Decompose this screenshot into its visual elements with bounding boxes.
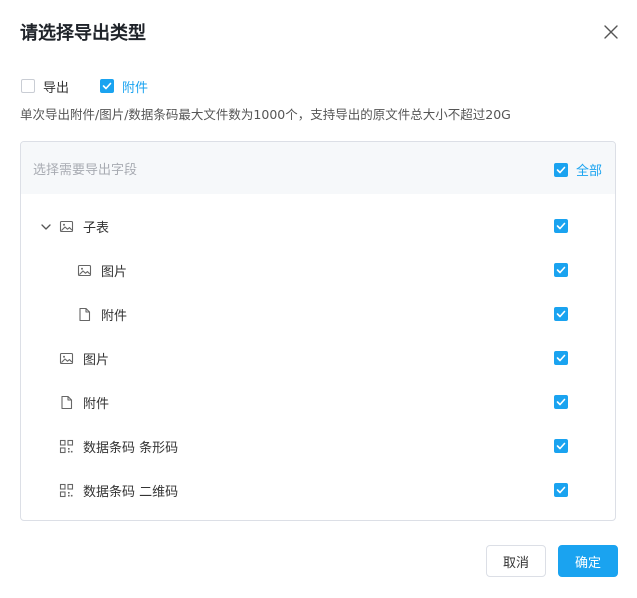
export-option-label: 导出 <box>43 80 70 96</box>
close-icon[interactable] <box>600 21 622 43</box>
field-select-panel: 选择需要导出字段 全部 子表 图片 附件 图片 附件 数据条码 条形码 数据条码… <box>20 141 616 521</box>
file-icon <box>59 395 74 410</box>
confirm-button[interactable]: 确定 <box>558 545 618 577</box>
field-row-checkbox[interactable] <box>554 483 568 497</box>
field-row-label: 图片 <box>101 265 128 280</box>
field-row-barcode[interactable]: 数据条码 条形码 <box>21 426 615 466</box>
select-all-toggle[interactable]: 全部 <box>554 160 602 179</box>
field-row-label: 数据条码 条形码 <box>83 441 179 456</box>
attachment-checkbox[interactable] <box>100 79 114 93</box>
image-icon <box>77 263 92 278</box>
qrcode-icon <box>59 439 74 454</box>
field-row-label: 子表 <box>83 221 110 236</box>
dialog-title: 请选择导出类型 <box>20 23 146 44</box>
attachment-option-label: 附件 <box>122 80 149 96</box>
field-search-placeholder: 选择需要导出字段 <box>33 163 138 178</box>
cancel-button[interactable]: 取消 <box>486 545 546 577</box>
field-row-checkbox[interactable] <box>554 219 568 233</box>
field-row-attachment[interactable]: 附件 <box>21 382 615 422</box>
field-panel-header: 选择需要导出字段 全部 <box>21 142 615 194</box>
file-icon <box>77 307 92 322</box>
field-row-label: 附件 <box>83 397 110 412</box>
export-type-dialog: 请选择导出类型 导出 附件 单次导出附件/图片/数据条码最大文件数为1000个，… <box>0 0 637 598</box>
field-row-subtable-image[interactable]: 图片 <box>21 250 615 290</box>
image-icon <box>59 219 74 234</box>
select-all-checkbox[interactable] <box>554 162 568 177</box>
field-row-label: 数据条码 二维码 <box>83 485 179 500</box>
export-checkbox[interactable] <box>21 79 35 93</box>
export-limit-hint: 单次导出附件/图片/数据条码最大文件数为1000个，支持导出的原文件总大小不超过… <box>20 107 511 122</box>
field-row-label: 附件 <box>101 309 128 324</box>
image-icon <box>59 351 74 366</box>
field-row-image[interactable]: 图片 <box>21 338 615 378</box>
chevron-down-icon[interactable] <box>39 219 53 233</box>
field-row-checkbox[interactable] <box>554 439 568 453</box>
select-all-label: 全部 <box>576 164 603 179</box>
field-row-subtable[interactable]: 子表 <box>21 206 615 246</box>
field-row-qrcode[interactable]: 数据条码 二维码 <box>21 470 615 510</box>
qrcode-icon <box>59 483 74 498</box>
export-type-option-export[interactable]: 导出 <box>21 77 70 96</box>
field-row-label: 图片 <box>83 353 110 368</box>
field-row-checkbox[interactable] <box>554 263 568 277</box>
export-type-option-attachment[interactable]: 附件 <box>100 77 149 96</box>
field-row-checkbox[interactable] <box>554 307 568 321</box>
field-row-checkbox[interactable] <box>554 395 568 409</box>
field-row-checkbox[interactable] <box>554 351 568 365</box>
field-row-subtable-attachment[interactable]: 附件 <box>21 294 615 334</box>
